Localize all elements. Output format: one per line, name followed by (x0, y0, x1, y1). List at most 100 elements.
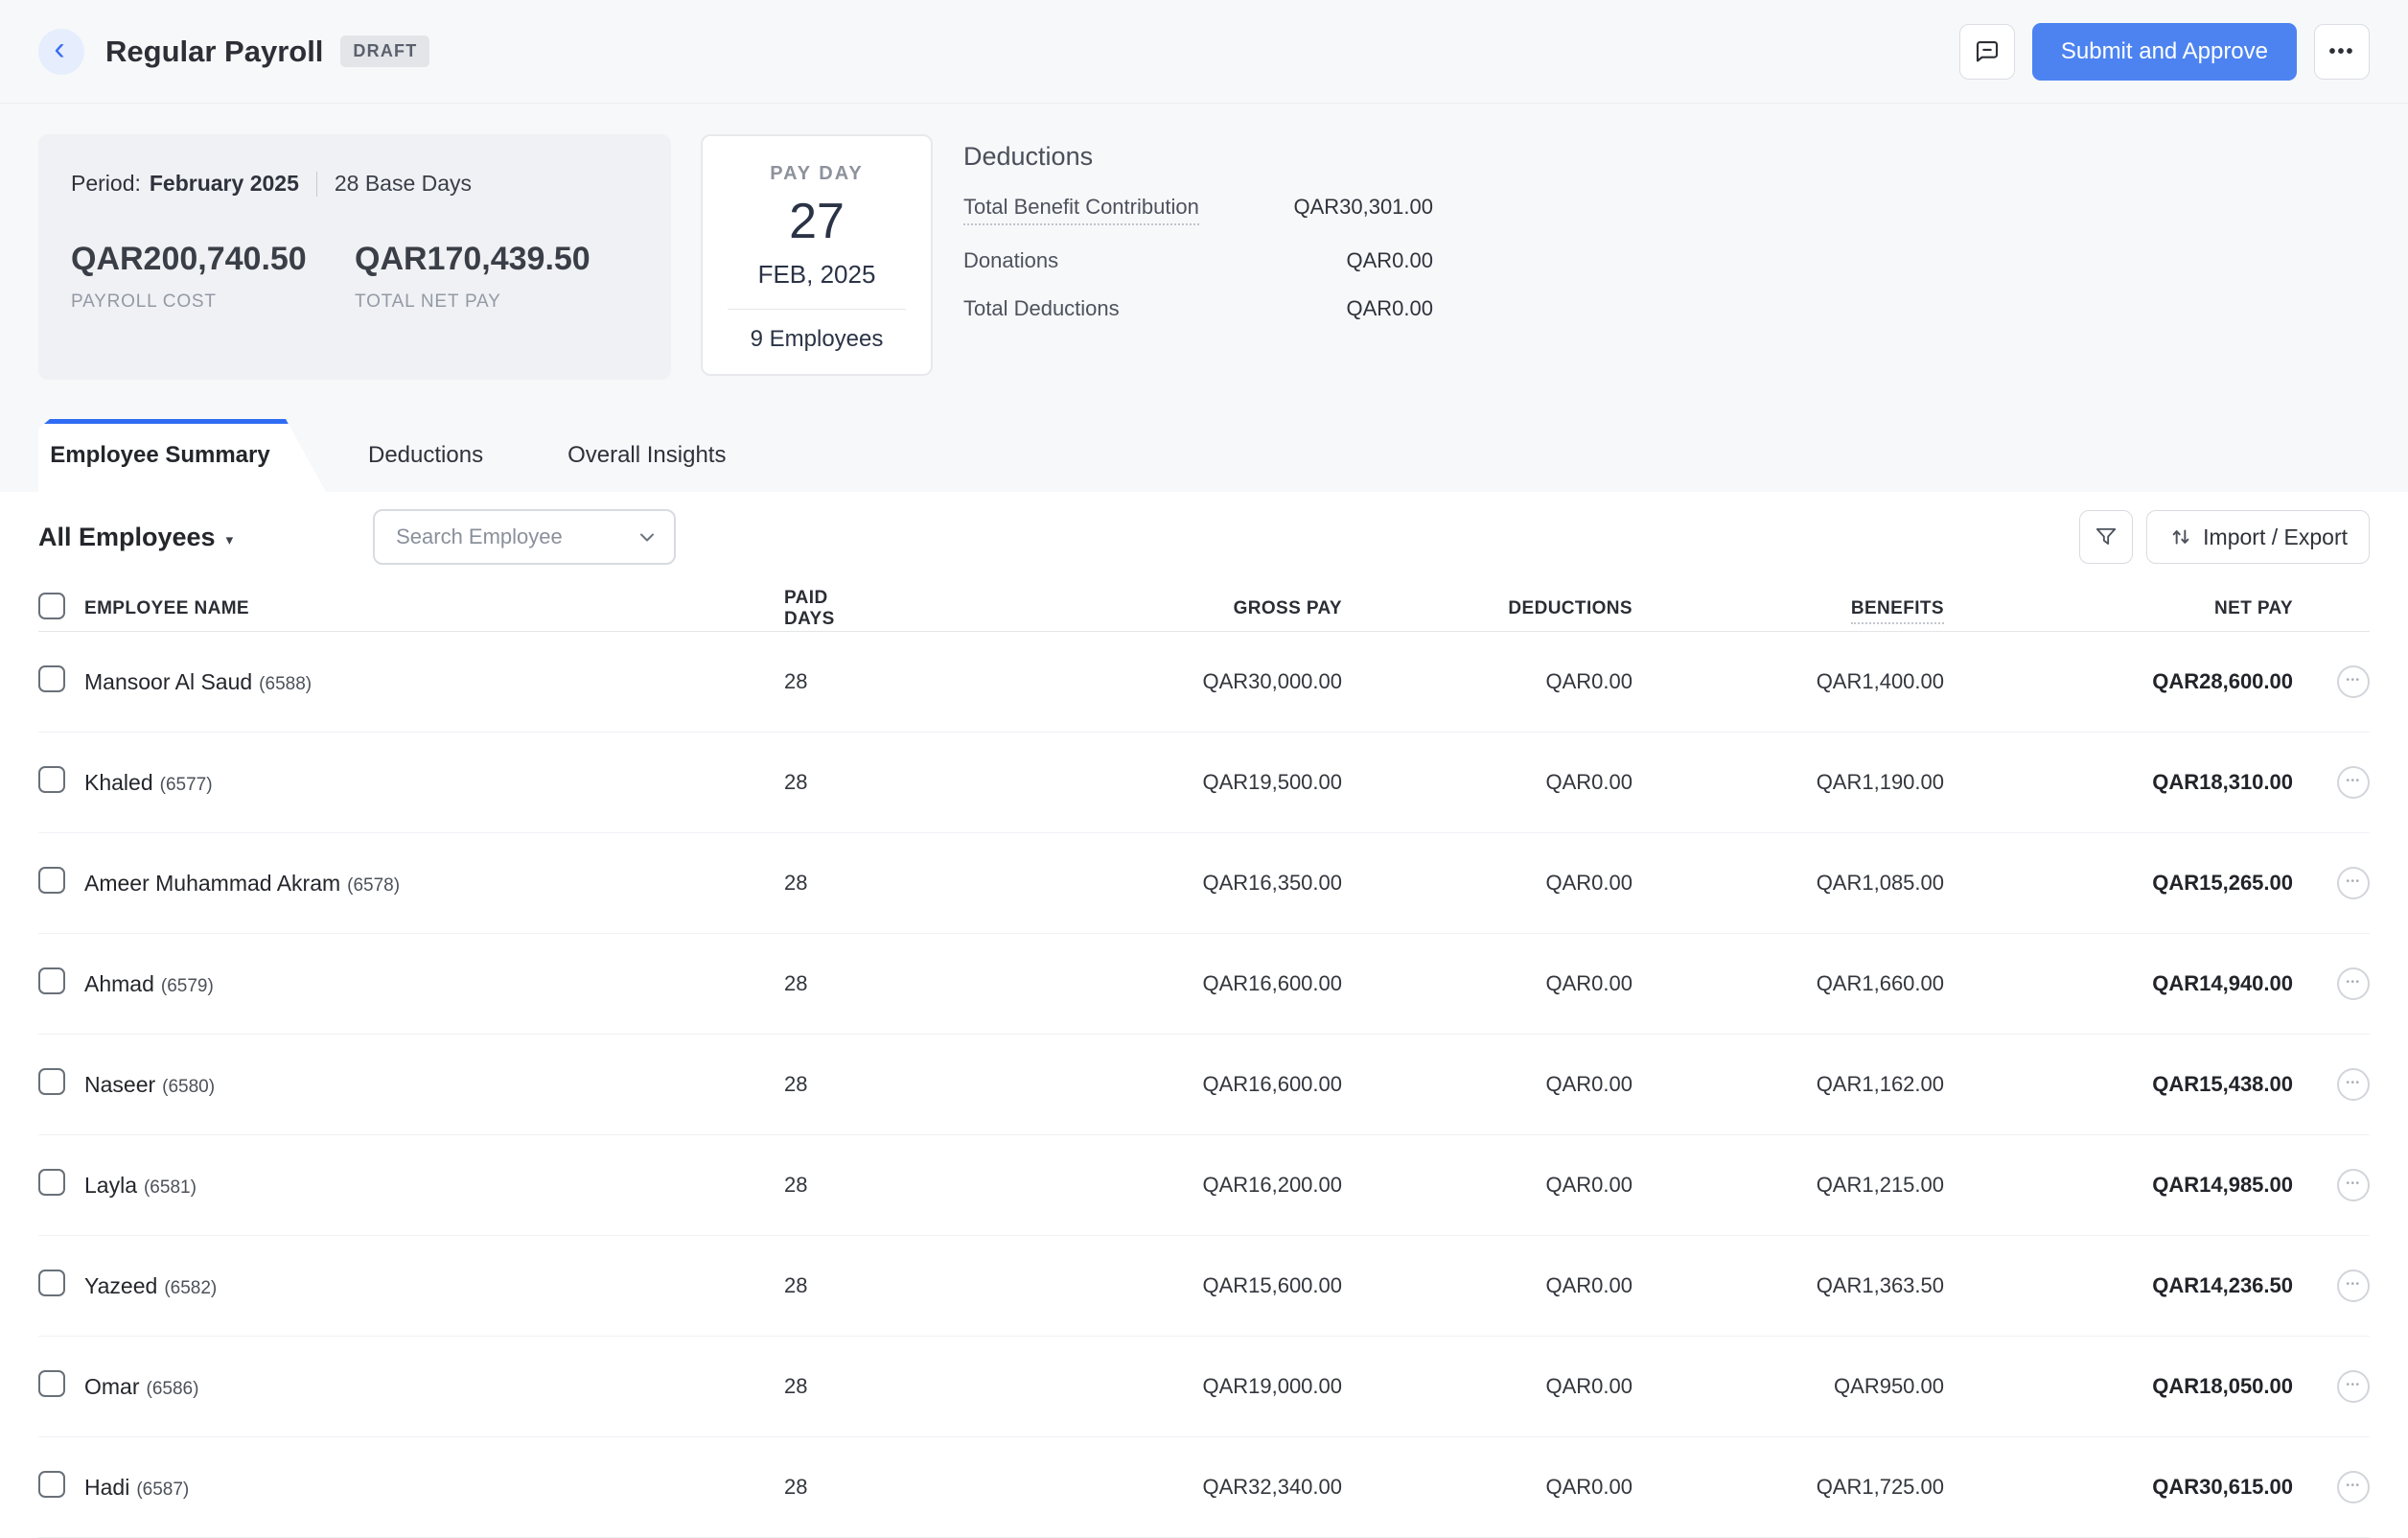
employee-filter-dropdown[interactable]: All Employees ▾ (38, 523, 233, 552)
header-actions: Submit and Approve ••• (1958, 22, 2370, 81)
deductions-title: Deductions (963, 142, 1094, 171)
more-options-button[interactable]: ••• (2314, 23, 2370, 80)
ellipsis-icon: ••• (2346, 775, 2361, 786)
payroll-summary-card: Period: February 2025 28 Base Days QAR20… (38, 134, 671, 380)
employee-id: (6586) (146, 1378, 199, 1399)
row-menu-button[interactable]: ••• (2337, 1068, 2370, 1101)
total-deductions-label: Total Deductions (963, 296, 1120, 320)
row-menu-button[interactable]: ••• (2337, 766, 2370, 799)
employee-name: Omar (84, 1373, 140, 1399)
deduction-row: Donations QAR0.00 (963, 248, 1433, 273)
deduction-row: Total Deductions QAR0.00 (963, 296, 1433, 321)
row-checkbox-cell (38, 1270, 84, 1302)
deductions-cell: QAR0.00 (1545, 770, 1633, 794)
employee-name: Khaled (84, 769, 153, 795)
ellipsis-icon: ••• (2346, 674, 2361, 686)
summary-amounts: QAR200,740.50 PAYROLL COST QAR170,439.50… (71, 241, 638, 313)
employee-count: 9 Employees (750, 326, 884, 352)
employee-name-cell[interactable]: Khaled (6577) (84, 770, 784, 796)
row-checkbox[interactable] (38, 1169, 65, 1196)
employee-name-cell[interactable]: Ameer Muhammad Akram (6578) (84, 871, 784, 897)
row-checkbox[interactable] (38, 665, 65, 692)
net-pay-cell: QAR18,310.00 (2152, 770, 2293, 794)
back-button[interactable]: ‹ (38, 28, 84, 75)
payroll-cost-label: PAYROLL COST (71, 291, 217, 312)
row-checkbox[interactable] (38, 1068, 65, 1095)
row-menu-button[interactable]: ••• (2337, 665, 2370, 698)
col-benefits: BENEFITS (1632, 597, 1944, 624)
row-menu-button[interactable]: ••• (2337, 1169, 2370, 1201)
row-menu-button[interactable]: ••• (2337, 1471, 2370, 1503)
row-menu-cell: ••• (2293, 1471, 2370, 1503)
pay-day-divider (728, 309, 906, 310)
total-benefit-contribution-value: QAR30,301.00 (1293, 195, 1433, 219)
table-row: Ameer Muhammad Akram (6578) 28 QAR16,350.… (38, 833, 2370, 934)
table-header: EMPLOYEE NAME PAID DAYS GROSS PAY DEDUCT… (38, 586, 2370, 632)
row-checkbox-cell (38, 665, 84, 698)
employee-name: Ameer Muhammad Akram (84, 870, 341, 896)
row-menu-button[interactable]: ••• (2337, 967, 2370, 1000)
row-menu-cell: ••• (2293, 1270, 2370, 1302)
employee-name-cell[interactable]: Naseer (6580) (84, 1072, 784, 1098)
row-menu-cell: ••• (2293, 967, 2370, 1000)
top-section: ‹ Regular Payroll DRAFT Submit and Appro… (0, 0, 2408, 492)
row-checkbox[interactable] (38, 867, 65, 894)
employee-name: Naseer (84, 1071, 156, 1097)
chevron-down-icon (640, 533, 655, 542)
employee-search-combobox[interactable] (373, 509, 677, 565)
comment-button[interactable] (1958, 23, 2015, 80)
row-menu-button[interactable]: ••• (2337, 1370, 2370, 1403)
search-input[interactable] (394, 524, 637, 550)
tab-overall-insights[interactable]: Overall Insights (525, 419, 768, 492)
benefits-cell: QAR1,363.50 (1816, 1273, 1944, 1297)
employee-name-cell[interactable]: Hadi (6587) (84, 1475, 784, 1501)
net-pay-cell: QAR14,236.50 (2152, 1273, 2293, 1297)
header-bar: ‹ Regular Payroll DRAFT Submit and Appro… (0, 0, 2408, 104)
row-menu-cell: ••• (2293, 1169, 2370, 1201)
pay-day-date: 27 (789, 194, 845, 249)
benefits-cell: QAR950.00 (1834, 1374, 1944, 1398)
payroll-cost-value: QAR200,740.50 (71, 241, 307, 277)
tab-employee-summary[interactable]: Employee Summary (38, 419, 326, 492)
total-net-pay-label: TOTAL NET PAY (355, 291, 501, 312)
page-title: Regular Payroll (105, 34, 324, 68)
payroll-cost-block: QAR200,740.50 PAYROLL COST (71, 241, 355, 313)
employee-summary-content: All Employees ▾ Search Employee Import /… (0, 492, 2408, 1538)
employee-id: (6578) (347, 874, 401, 896)
row-checkbox[interactable] (38, 1471, 65, 1498)
funnel-icon (2096, 527, 2117, 545)
row-checkbox-cell (38, 1068, 84, 1101)
ellipsis-icon: ••• (2346, 1077, 2361, 1088)
ellipsis-icon: ••• (2346, 1177, 2361, 1189)
employee-name-cell[interactable]: Omar (6586) (84, 1374, 784, 1400)
period-line: Period: February 2025 28 Base Days (71, 171, 638, 197)
row-checkbox[interactable] (38, 766, 65, 793)
row-checkbox[interactable] (38, 1370, 65, 1397)
total-net-pay-block: QAR170,439.50 TOTAL NET PAY (355, 241, 638, 313)
row-checkbox[interactable] (38, 967, 65, 994)
total-deductions-value: QAR0.00 (1346, 296, 1434, 320)
row-checkbox[interactable] (38, 1270, 65, 1296)
tab-deductions[interactable]: Deductions (326, 419, 525, 492)
filter-button[interactable] (2079, 510, 2134, 564)
col-deductions: DEDUCTIONS (1508, 597, 1632, 618)
import-export-button[interactable]: Import / Export (2146, 510, 2370, 564)
paid-days-cell: 28 (784, 971, 808, 995)
employee-name-cell[interactable]: Yazeed (6582) (84, 1273, 784, 1299)
vertical-divider (315, 171, 317, 197)
row-menu-button[interactable]: ••• (2337, 1270, 2370, 1302)
employee-name-cell[interactable]: Mansoor Al Saud (6588) (84, 669, 784, 695)
employee-name-cell[interactable]: Ahmad (6579) (84, 971, 784, 997)
employee-id: (6577) (159, 774, 213, 795)
net-pay-cell: QAR18,050.00 (2152, 1374, 2293, 1398)
row-menu-cell: ••• (2293, 665, 2370, 698)
table-row: Yazeed (6582) 28 QAR15,600.00 QAR0.00 QAR… (38, 1236, 2370, 1337)
employee-name-cell[interactable]: Layla (6581) (84, 1173, 784, 1199)
ellipsis-icon: ••• (2346, 976, 2361, 988)
submit-approve-button[interactable]: Submit and Approve (2031, 22, 2297, 81)
employee-id: (6588) (259, 673, 313, 694)
row-menu-button[interactable]: ••• (2337, 867, 2370, 899)
select-all-checkbox[interactable] (38, 592, 65, 619)
gross-pay-cell: QAR19,000.00 (1202, 1374, 1342, 1398)
paid-days-cell: 28 (784, 1173, 808, 1197)
